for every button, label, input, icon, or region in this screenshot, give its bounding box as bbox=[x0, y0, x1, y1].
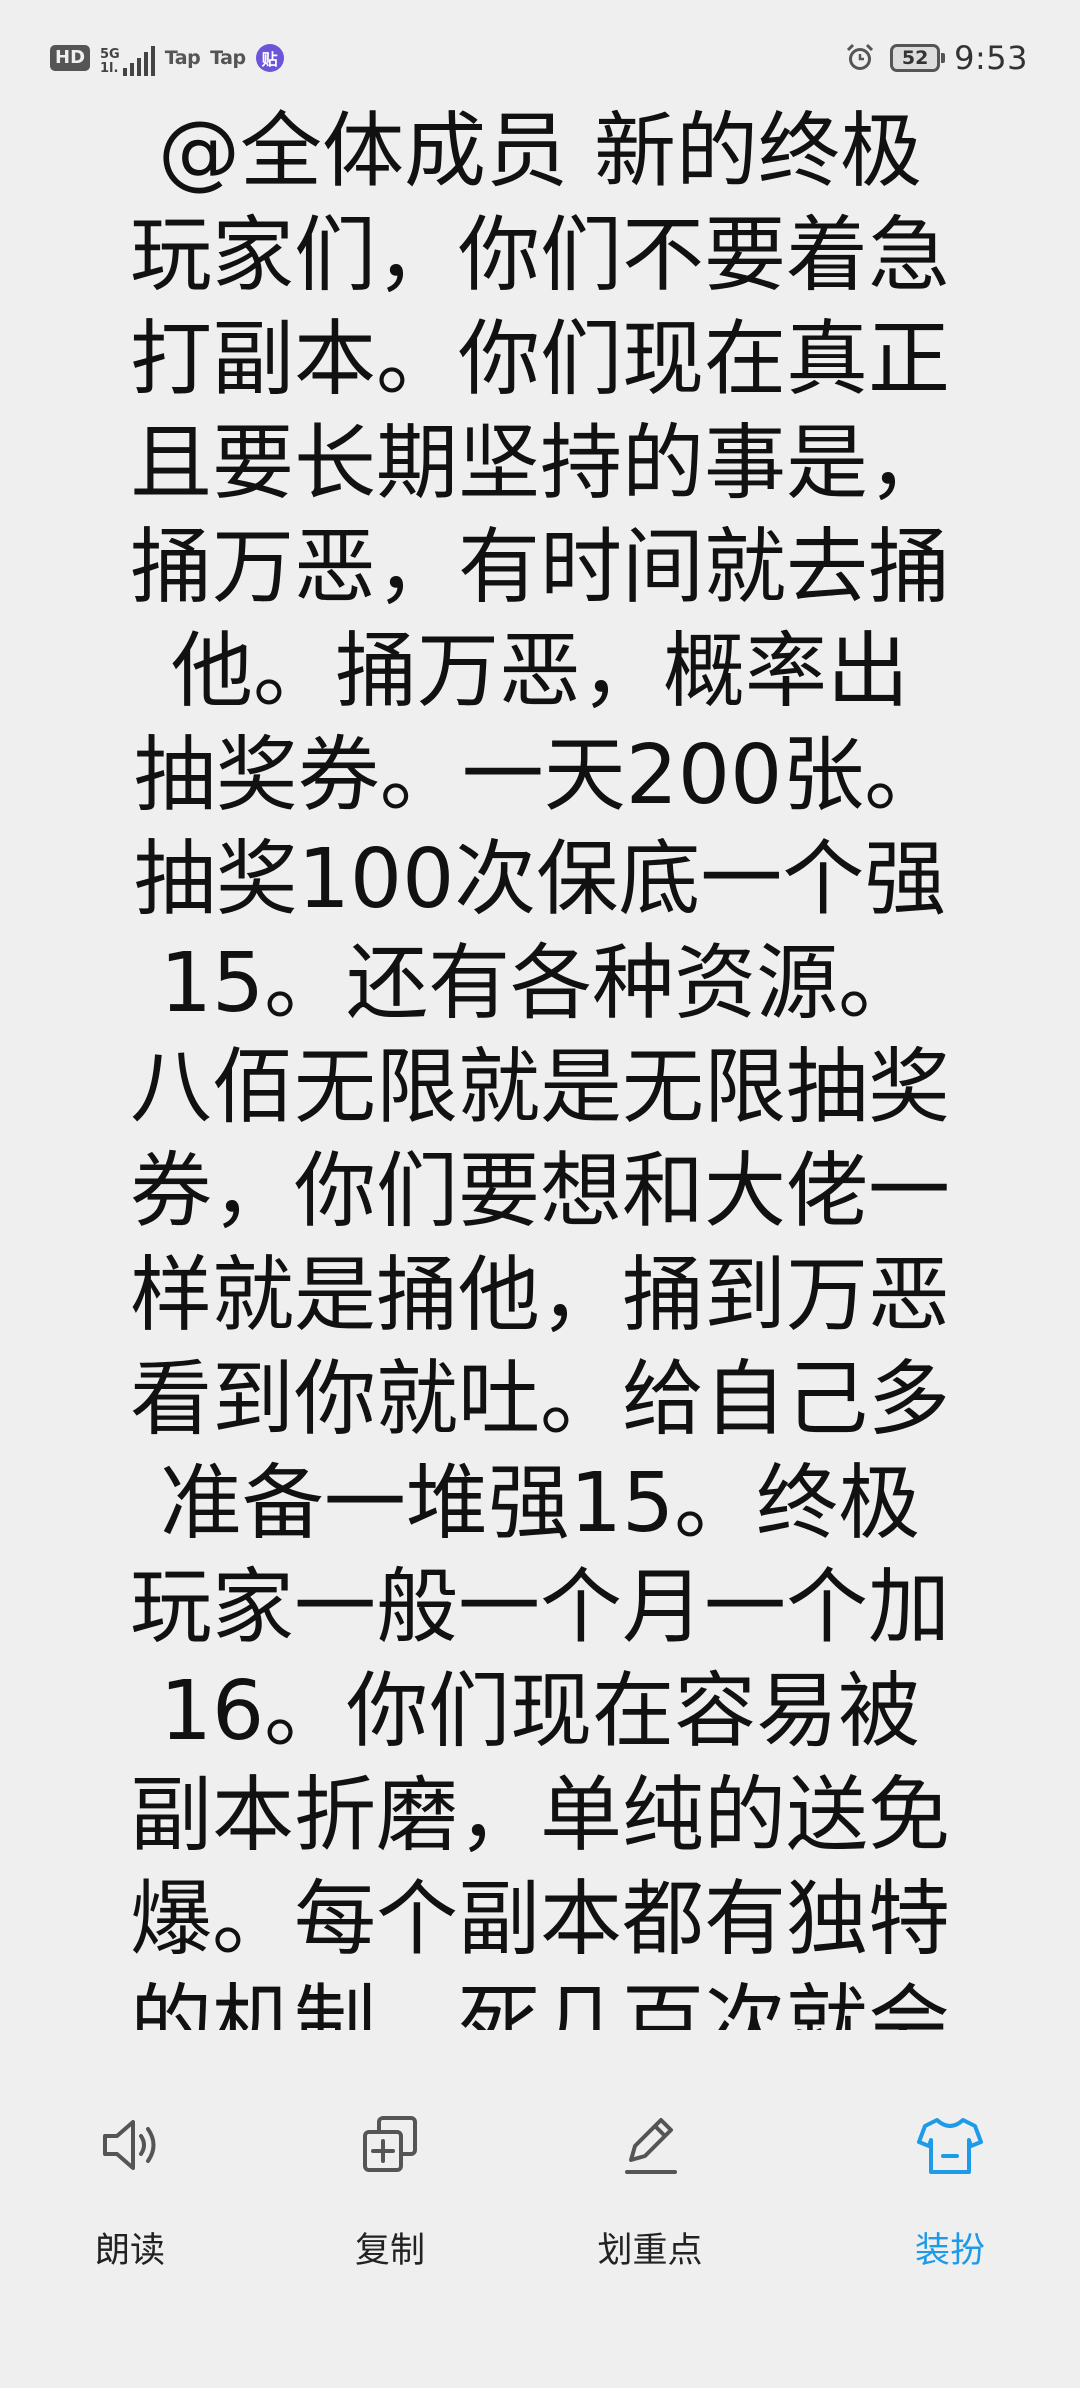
theme-button[interactable]: 装扮 bbox=[840, 2110, 1060, 2273]
highlight-button[interactable]: 划重点 bbox=[540, 2110, 760, 2273]
message-line: 爆。每个副本都有独特 bbox=[129, 1872, 950, 1967]
copy-button[interactable]: 复制 bbox=[280, 2110, 500, 2273]
message-line: 15。还有各种资源。 bbox=[159, 936, 921, 1031]
message-line: 的机制。死几百次就会 bbox=[129, 1976, 950, 2030]
battery-level: 52 bbox=[901, 47, 929, 69]
message-line: 玩家们，你们不要着急 bbox=[129, 208, 950, 303]
status-bar-left: HD 5G 1l. Tap Tap 贴 bbox=[50, 38, 284, 78]
status-bar-right: 52 9:53 bbox=[844, 36, 1028, 80]
message-line: 八佰无限就是无限抽奖 bbox=[129, 1040, 950, 1135]
message-text[interactable]: @全体成员 新的终极 玩家们，你们不要着急 打副本。你们现在真正 且要长期坚持的… bbox=[80, 100, 1000, 2030]
message-line: 捅万恶，有时间就去捅 bbox=[129, 520, 950, 615]
message-line: 副本折磨，单纯的送免 bbox=[129, 1768, 950, 1863]
message-line: 玩家一般一个月一个加 bbox=[129, 1560, 950, 1655]
battery-icon: 52 bbox=[890, 44, 946, 72]
message-line: 样就是捅他，捅到万恶 bbox=[129, 1248, 950, 1343]
network-activity: 1l. bbox=[100, 61, 119, 76]
message-line: @全体成员 新的终极 bbox=[157, 104, 923, 199]
notification-app-badge: 贴 bbox=[255, 44, 284, 72]
message-line: 抽奖100次保底一个强 bbox=[133, 832, 947, 927]
speaker-icon bbox=[103, 2120, 156, 2170]
message-line: 且要长期坚持的事是， bbox=[129, 416, 950, 511]
message-line: 券，你们要想和大佬一 bbox=[129, 1144, 950, 1239]
read-aloud-button[interactable]: 朗读 bbox=[20, 2110, 240, 2273]
message-line: 他。捅万恶，概率出 bbox=[170, 624, 909, 719]
network-type: 5G bbox=[100, 47, 120, 62]
copy-icon bbox=[363, 2116, 417, 2172]
notification-taptap-2: Tap bbox=[210, 47, 246, 69]
message-line: 看到你就吐。给自己多 bbox=[129, 1352, 950, 1447]
pencil-icon bbox=[625, 2118, 677, 2174]
notification-taptap-1: Tap bbox=[164, 47, 201, 69]
message-line: 16。你们现在容易被 bbox=[159, 1664, 921, 1759]
message-line: 打副本。你们现在真正 bbox=[129, 312, 950, 407]
message-line: 抽奖券。一天200张。 bbox=[133, 728, 947, 823]
highlight-label: 划重点 bbox=[597, 2231, 703, 2271]
signal-icon bbox=[122, 46, 155, 76]
status-bar: HD 5G 1l. Tap Tap 贴 52 9:53 bbox=[0, 0, 1080, 110]
theme-label: 装扮 bbox=[914, 2231, 985, 2271]
copy-label: 复制 bbox=[354, 2231, 425, 2271]
signal-group: 5G 1l. bbox=[100, 40, 155, 76]
screen: HD 5G 1l. Tap Tap 贴 52 9:53 @全体成员 新的终极 玩… bbox=[0, 0, 1080, 2388]
clock: 9:53 bbox=[954, 39, 1028, 77]
bottom-toolbar: 朗读 复制 划重点 装扮 bbox=[0, 2030, 1080, 2388]
hd-badge: HD bbox=[50, 45, 91, 71]
shirt-icon bbox=[917, 2118, 983, 2174]
message-line: 准备一堆强15。终极 bbox=[159, 1456, 921, 1551]
alarm-icon bbox=[847, 43, 874, 70]
read-aloud-label: 朗读 bbox=[94, 2231, 165, 2271]
